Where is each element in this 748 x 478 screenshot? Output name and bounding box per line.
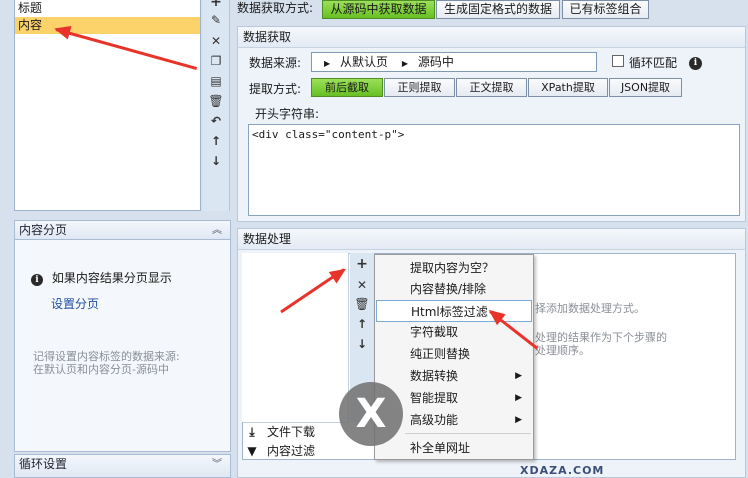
tab-tag-combination[interactable]: 已有标签组合	[562, 0, 649, 19]
menu-item-data-convert[interactable]: 数据转换 ▶	[376, 365, 532, 387]
extract-before-after-button[interactable]: 前后截取	[311, 78, 383, 97]
divider	[243, 422, 349, 423]
watermark-text: XDAZA.COM	[520, 464, 605, 477]
source-label: 数据来源:	[249, 56, 302, 70]
menu-item-html-tag-filter[interactable]: Html标签过滤	[376, 300, 532, 322]
pagination-note-2: 在默认页和内容分页-源码中	[33, 363, 169, 376]
tab-from-source[interactable]: 从源码中获取数据	[322, 0, 435, 19]
source-part-default-page: 从默认页	[339, 55, 388, 69]
trash-icon[interactable]: 🗑	[354, 296, 370, 312]
loop-match-label: 循环匹配	[629, 56, 678, 70]
extract-regex-button[interactable]: 正则提取	[384, 78, 455, 97]
pagination-note-1: 记得设置内容标签的数据来源:	[33, 350, 180, 363]
plus-icon[interactable]: +	[208, 0, 224, 10]
pencil-icon[interactable]: ✎	[208, 12, 224, 28]
breadcrumb-arrow-icon: ▶	[324, 59, 331, 68]
menu-item-regex-replace[interactable]: 纯正则替换	[376, 343, 532, 365]
undo-icon[interactable]: ↶	[208, 113, 224, 129]
data-fetch-title: 数据获取	[238, 27, 745, 48]
source-selector[interactable]: ▶ 从默认页 ▶ 源码中	[311, 52, 597, 72]
arrow-down-icon[interactable]: ↓	[354, 336, 370, 352]
pagination-title: 内容分页	[19, 223, 68, 237]
download-icon: ⤓	[249, 425, 255, 439]
loop-match-checkbox[interactable]	[612, 55, 624, 67]
field-item-content[interactable]: 内容	[15, 17, 200, 34]
field-toolbar: + ✎ ✕ ❐ ▤ 🗑 ↶ ↑ ↓	[203, 0, 230, 211]
close-icon[interactable]: ✕	[354, 277, 370, 293]
content-filter-item[interactable]: ▼ 内容过滤	[243, 443, 315, 460]
arrow-up-icon[interactable]: ↑	[208, 133, 224, 149]
method-label: 数据获取方式:	[237, 1, 314, 15]
submenu-arrow-icon: ▶	[515, 371, 522, 381]
menu-separator	[405, 433, 531, 434]
loop-settings-header[interactable]: 循环设置 ︾	[14, 454, 231, 478]
help-icon[interactable]: i	[689, 54, 702, 70]
pagination-header[interactable]: 内容分页 ︽	[14, 220, 231, 240]
file-download-item[interactable]: ⤓ 文件下载	[243, 424, 315, 441]
submenu-arrow-icon: ▶	[515, 393, 522, 403]
watermark-logo: X	[339, 382, 403, 446]
extract-body-button[interactable]: 正文提取	[456, 78, 527, 97]
copy-icon[interactable]: ❐	[208, 53, 224, 69]
extract-label: 提取方式:	[249, 82, 302, 96]
loop-settings-title: 循环设置	[19, 457, 68, 471]
processing-hint-3: 处理顺序。	[535, 344, 590, 357]
set-pagination-link[interactable]: 设置分页	[51, 295, 99, 312]
arrow-down-icon[interactable]: ↓	[208, 153, 224, 169]
start-string-textarea[interactable]: <div class="content-p">	[248, 124, 740, 216]
breadcrumb-arrow-icon: ▶	[401, 59, 408, 68]
menu-item-empty-check[interactable]: 提取内容为空？	[376, 257, 532, 279]
pagination-info: i 如果内容结果分页显示	[31, 269, 172, 286]
menu-item-replace-exclude[interactable]: 内容替换/排除	[376, 278, 532, 300]
pagination-info-text: 如果内容结果分页显示	[51, 271, 172, 285]
info-icon: i	[31, 274, 43, 286]
field-list: 标题 内容	[14, 0, 201, 211]
tab-fixed-format[interactable]: 生成固定格式的数据	[436, 0, 560, 19]
chevron-up-icon[interactable]: ︽	[212, 221, 222, 240]
processing-hint-1: 择添加数据处理方式。	[535, 302, 645, 315]
add-processing-icon[interactable]: +	[354, 256, 370, 272]
filter-icon: ▼	[247, 444, 257, 458]
extract-xpath-button[interactable]: XPath提取	[528, 78, 608, 97]
arrow-up-icon[interactable]: ↑	[354, 316, 370, 332]
pagination-panel: i 如果内容结果分页显示 设置分页 记得设置内容标签的数据来源: 在默认页和内容…	[14, 240, 231, 452]
extract-json-button[interactable]: JSON提取	[609, 78, 682, 97]
paste-icon[interactable]: ▤	[208, 73, 224, 89]
close-icon[interactable]: ✕	[208, 33, 224, 49]
start-string-label: 开头字符串:	[255, 107, 320, 121]
data-processing-title: 数据处理	[238, 229, 745, 250]
submenu-arrow-icon: ▶	[515, 415, 522, 425]
menu-item-complete-url[interactable]: 补全单网址	[376, 437, 532, 459]
field-item-title[interactable]: 标题	[15, 0, 200, 17]
source-part-source-code: 源码中	[417, 55, 454, 69]
chevron-down-icon[interactable]: ︾	[212, 455, 222, 474]
trash-icon[interactable]: 🗑	[208, 93, 224, 109]
